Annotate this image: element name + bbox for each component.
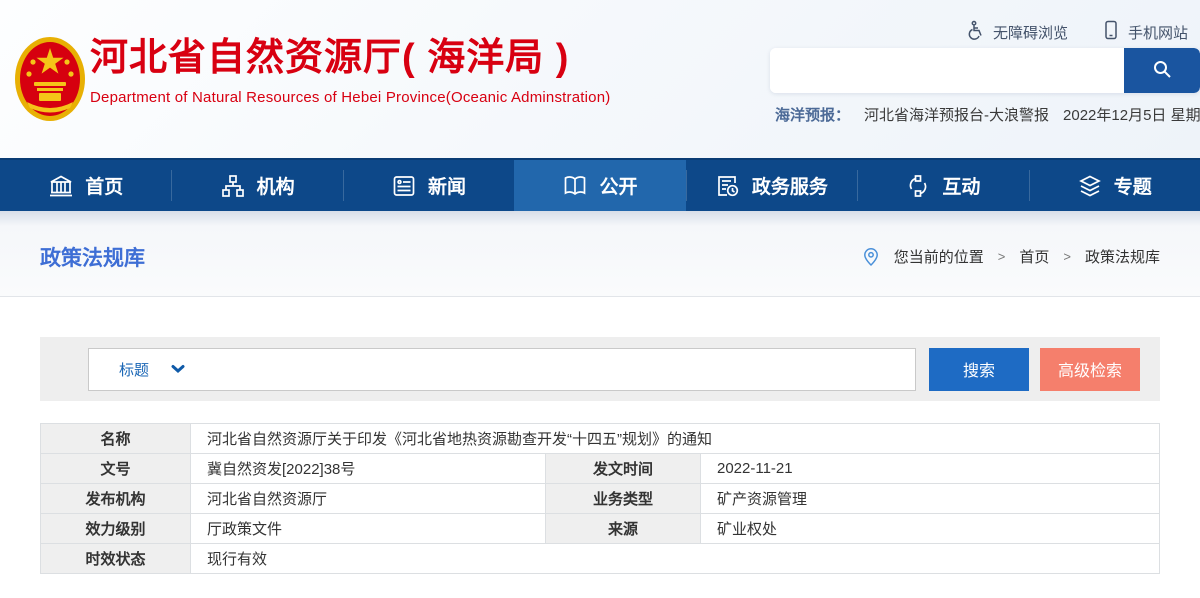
wheelchair-icon: [965, 20, 985, 44]
row-label: 业务类型: [546, 484, 701, 514]
org-icon: [220, 173, 246, 199]
breadcrumb-separator: >: [1063, 249, 1071, 264]
forecast-date: 2022年12月5日 星期一: [1063, 104, 1200, 125]
row-value: 现行有效: [191, 544, 1160, 574]
topic-icon: [1077, 173, 1103, 199]
location-pin-icon: [862, 247, 880, 267]
row-label: 效力级别: [41, 514, 191, 544]
nav-item-news[interactable]: 新闻: [343, 160, 514, 211]
table-row-docnumber: 文号 冀自然资发[2022]38号 发文时间 2022-11-21: [41, 454, 1160, 484]
site-subtitle: Department of Natural Resources of Hebei…: [90, 89, 610, 106]
header-search-bar: [770, 48, 1200, 93]
breadcrumb: 您当前的位置 > 首页 > 政策法规库: [862, 246, 1160, 267]
chevron-down-icon: [171, 364, 185, 374]
row-value: 矿产资源管理: [701, 484, 1160, 514]
home-icon: [48, 173, 74, 199]
forecast-link[interactable]: 河北省海洋预报台-大浪警报: [864, 104, 1049, 125]
row-label: 时效状态: [41, 544, 191, 574]
breadcrumb-current[interactable]: 政策法规库: [1085, 246, 1160, 267]
nav-label: 公开: [599, 172, 637, 199]
table-row-name: 名称 河北省自然资源厅关于印发《河北省地热资源勘查开发“十四五”规划》的通知: [41, 424, 1160, 454]
breadcrumb-section: 政策法规库 您当前的位置 > 首页 > 政策法规库: [0, 211, 1200, 297]
row-value: 河北省自然资源厅: [191, 484, 546, 514]
location-label: 您当前的位置: [894, 246, 984, 267]
nav-label: 专题: [1114, 172, 1152, 199]
site-title: 河北省自然资源厅( 海洋局 ): [90, 37, 610, 81]
mobile-site-link[interactable]: 手机网站: [1102, 20, 1188, 44]
row-label: 发文时间: [546, 454, 701, 484]
nav-label: 机构: [257, 172, 295, 199]
header-search-button[interactable]: [1124, 48, 1200, 93]
search-form: 标题 搜索 高级检索: [40, 337, 1160, 401]
nav-label: 首页: [85, 172, 123, 199]
row-label: 文号: [41, 454, 191, 484]
field-select-value: 标题: [119, 359, 149, 380]
nav-label: 政务服务: [752, 172, 828, 199]
nav-item-topics[interactable]: 专题: [1029, 160, 1200, 211]
site-header: 河北省自然资源厅( 海洋局 ) Department of Natural Re…: [0, 0, 1200, 158]
nav-label: 互动: [942, 172, 980, 199]
accessibility-label: 无障碍浏览: [993, 22, 1068, 43]
nav-label: 新闻: [428, 172, 466, 199]
row-value: 2022-11-21: [701, 454, 1160, 484]
field-select[interactable]: 标题: [88, 348, 916, 391]
interact-icon: [905, 173, 931, 199]
row-value: 冀自然资发[2022]38号: [191, 454, 546, 484]
row-label: 发布机构: [41, 484, 191, 514]
main-nav: 首页 机构 新闻: [0, 158, 1200, 211]
nav-item-org[interactable]: 机构: [171, 160, 342, 211]
header-search-input[interactable]: [770, 48, 1124, 93]
row-value: 矿业权处: [701, 514, 1160, 544]
search-button[interactable]: 搜索: [929, 348, 1029, 391]
nav-item-interact[interactable]: 互动: [857, 160, 1028, 211]
ocean-forecast-bar: 海洋预报： 河北省海洋预报台-大浪警报 2022年12月5日 星期一: [775, 104, 1200, 125]
magnifier-icon: [1151, 58, 1173, 83]
table-row-effect-level: 效力级别 厅政策文件 来源 矿业权处: [41, 514, 1160, 544]
policy-detail-table: 名称 河北省自然资源厅关于印发《河北省地热资源勘查开发“十四五”规划》的通知 文…: [40, 423, 1160, 574]
site-title-block: 河北省自然资源厅( 海洋局 ) Department of Natural Re…: [90, 37, 610, 106]
row-label: 名称: [41, 424, 191, 454]
forecast-label: 海洋预报：: [775, 104, 850, 125]
nav-item-gov-service[interactable]: 政务服务: [686, 160, 857, 211]
row-value: 河北省自然资源厅关于印发《河北省地热资源勘查开发“十四五”规划》的通知: [191, 424, 1160, 454]
page-title: 政策法规库: [40, 242, 145, 272]
page: 河北省自然资源厅( 海洋局 ) Department of Natural Re…: [0, 0, 1200, 598]
open-book-icon: [562, 173, 588, 199]
national-emblem-logo: [13, 36, 87, 122]
nav-item-public[interactable]: 公开: [514, 160, 685, 211]
row-label: 来源: [546, 514, 701, 544]
main-content: 标题 搜索 高级检索 名称 河北省自然资源厅关于印发《河北省地热资源勘查开发“十…: [0, 297, 1200, 574]
row-value: 厅政策文件: [191, 514, 546, 544]
breadcrumb-home[interactable]: 首页: [1019, 246, 1049, 267]
topbar: 无障碍浏览 手机网站: [965, 20, 1188, 44]
breadcrumb-separator: >: [998, 249, 1006, 264]
mobile-site-label: 手机网站: [1128, 22, 1188, 43]
gov-service-icon: [715, 173, 741, 199]
phone-icon: [1102, 20, 1120, 44]
nav-item-home[interactable]: 首页: [0, 160, 171, 211]
news-icon: [391, 173, 417, 199]
table-row-issuer: 发布机构 河北省自然资源厅 业务类型 矿产资源管理: [41, 484, 1160, 514]
accessibility-link[interactable]: 无障碍浏览: [965, 20, 1068, 44]
table-row-validity: 时效状态 现行有效: [41, 544, 1160, 574]
advanced-search-button[interactable]: 高级检索: [1040, 348, 1140, 391]
